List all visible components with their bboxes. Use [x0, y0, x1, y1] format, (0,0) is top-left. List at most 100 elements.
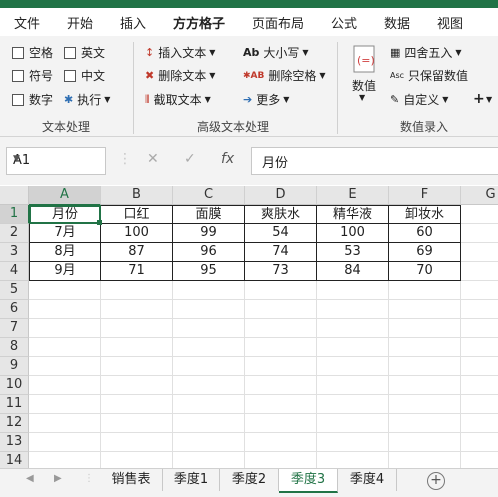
- column-header-f[interactable]: F: [389, 186, 461, 205]
- row-header-8[interactable]: 8: [0, 338, 29, 357]
- cell-a10[interactable]: [29, 376, 101, 395]
- cell-g13[interactable]: [461, 433, 498, 452]
- cell-f11[interactable]: [389, 395, 461, 414]
- cell-a11[interactable]: [29, 395, 101, 414]
- column-header-g[interactable]: G: [461, 186, 498, 205]
- cell-e10[interactable]: [317, 376, 389, 395]
- column-header-a[interactable]: A: [29, 186, 101, 206]
- cell-e11[interactable]: [317, 395, 389, 414]
- cell-g14[interactable]: [461, 452, 498, 468]
- column-header-b[interactable]: B: [101, 186, 173, 205]
- cell-e3[interactable]: 53: [317, 243, 389, 262]
- option-space[interactable]: 空格: [12, 44, 53, 61]
- cell-b5[interactable]: [101, 281, 173, 300]
- cell-c7[interactable]: [173, 319, 245, 338]
- cell-b8[interactable]: [101, 338, 173, 357]
- chevron-down-icon[interactable]: ▼: [486, 95, 492, 104]
- cell-b13[interactable]: [101, 433, 173, 452]
- cell-e9[interactable]: [317, 357, 389, 376]
- execute-button[interactable]: ✱ 执行 ▼: [64, 91, 110, 108]
- chevron-down-icon[interactable]: ▼: [13, 154, 100, 164]
- sheet-tab-q3[interactable]: 季度3: [279, 469, 338, 493]
- delete-space-button[interactable]: ✱AB 删除空格 ▼: [243, 67, 326, 84]
- cell-a6[interactable]: [29, 300, 101, 319]
- cell-e7[interactable]: [317, 319, 389, 338]
- cell-f6[interactable]: [389, 300, 461, 319]
- cell-c11[interactable]: [173, 395, 245, 414]
- cell-f13[interactable]: [389, 433, 461, 452]
- cell-f1[interactable]: 卸妆水: [389, 205, 461, 224]
- cell-g2[interactable]: [461, 224, 498, 243]
- cell-d14[interactable]: [245, 452, 317, 468]
- cell-a5[interactable]: [29, 281, 101, 300]
- cell-g3[interactable]: [461, 243, 498, 262]
- case-button[interactable]: Ab 大小写 ▼: [243, 44, 309, 61]
- option-symbol[interactable]: 符号: [12, 67, 53, 84]
- keep-values-button[interactable]: Asc 只保留数值: [390, 67, 468, 84]
- cell-d8[interactable]: [245, 338, 317, 357]
- formula-input[interactable]: 月份: [251, 147, 498, 175]
- cell-a9[interactable]: [29, 357, 101, 376]
- delete-text-button[interactable]: ✖ 删除文本 ▼: [145, 67, 215, 84]
- cell-a8[interactable]: [29, 338, 101, 357]
- cell-e5[interactable]: [317, 281, 389, 300]
- enter-icon[interactable]: ✓: [184, 151, 196, 167]
- cell-e12[interactable]: [317, 414, 389, 433]
- cell-e4[interactable]: 84: [317, 262, 389, 281]
- cell-a3[interactable]: 8月: [29, 243, 101, 262]
- cell-b3[interactable]: 87: [101, 243, 173, 262]
- cell-g12[interactable]: [461, 414, 498, 433]
- checkbox-icon[interactable]: [64, 46, 76, 59]
- cell-f9[interactable]: [389, 357, 461, 376]
- sheet-tab-q4[interactable]: 季度4: [338, 469, 397, 491]
- cell-f3[interactable]: 69: [389, 243, 461, 262]
- column-header-e[interactable]: E: [317, 186, 389, 205]
- cell-d7[interactable]: [245, 319, 317, 338]
- cell-f2[interactable]: 60: [389, 224, 461, 243]
- cell-g1[interactable]: [461, 205, 498, 224]
- cell-g10[interactable]: [461, 376, 498, 395]
- tab-formulas[interactable]: 公式: [331, 13, 357, 32]
- cell-a13[interactable]: [29, 433, 101, 452]
- cell-f5[interactable]: [389, 281, 461, 300]
- tab-page-layout[interactable]: 页面布局: [252, 13, 304, 32]
- cell-g8[interactable]: [461, 338, 498, 357]
- cell-g9[interactable]: [461, 357, 498, 376]
- select-all-corner[interactable]: [0, 186, 29, 205]
- row-header-13[interactable]: 13: [0, 433, 29, 452]
- row-header-12[interactable]: 12: [0, 414, 29, 433]
- checkbox-icon[interactable]: [12, 46, 24, 59]
- extract-text-button[interactable]: ⫴ 截取文本 ▼: [145, 91, 211, 108]
- cell-b12[interactable]: [101, 414, 173, 433]
- cell-c5[interactable]: [173, 281, 245, 300]
- cell-d5[interactable]: [245, 281, 317, 300]
- cell-b4[interactable]: 71: [101, 262, 173, 281]
- cell-d3[interactable]: 74: [245, 243, 317, 262]
- cell-d10[interactable]: [245, 376, 317, 395]
- row-header-7[interactable]: 7: [0, 319, 29, 338]
- cell-e2[interactable]: 100: [317, 224, 389, 243]
- name-box[interactable]: A1 ▼: [6, 147, 106, 175]
- cell-f14[interactable]: [389, 452, 461, 468]
- row-header-11[interactable]: 11: [0, 395, 29, 414]
- cell-e6[interactable]: [317, 300, 389, 319]
- column-header-c[interactable]: C: [173, 186, 245, 205]
- cell-g4[interactable]: [461, 262, 498, 281]
- checkbox-icon[interactable]: [12, 93, 24, 106]
- prev-sheet-icon[interactable]: ◀: [26, 473, 34, 484]
- cell-g5[interactable]: [461, 281, 498, 300]
- cell-d1[interactable]: 爽肤水: [245, 205, 317, 224]
- cell-b9[interactable]: [101, 357, 173, 376]
- checkbox-icon[interactable]: [64, 69, 76, 82]
- more-button[interactable]: ➔ 更多 ▼: [243, 91, 289, 108]
- row-header-1[interactable]: 1: [0, 205, 30, 224]
- number-value-button[interactable]: 数值: [352, 77, 376, 94]
- option-english[interactable]: 英文: [64, 44, 105, 61]
- cell-g6[interactable]: [461, 300, 498, 319]
- insert-text-button[interactable]: ↕ 插入文本 ▼: [145, 44, 215, 61]
- cell-e8[interactable]: [317, 338, 389, 357]
- cell-a2[interactable]: 7月: [29, 224, 101, 243]
- row-header-3[interactable]: 3: [0, 243, 29, 262]
- tab-file[interactable]: 文件: [14, 13, 40, 32]
- number-value-icon[interactable]: (=): [348, 44, 380, 74]
